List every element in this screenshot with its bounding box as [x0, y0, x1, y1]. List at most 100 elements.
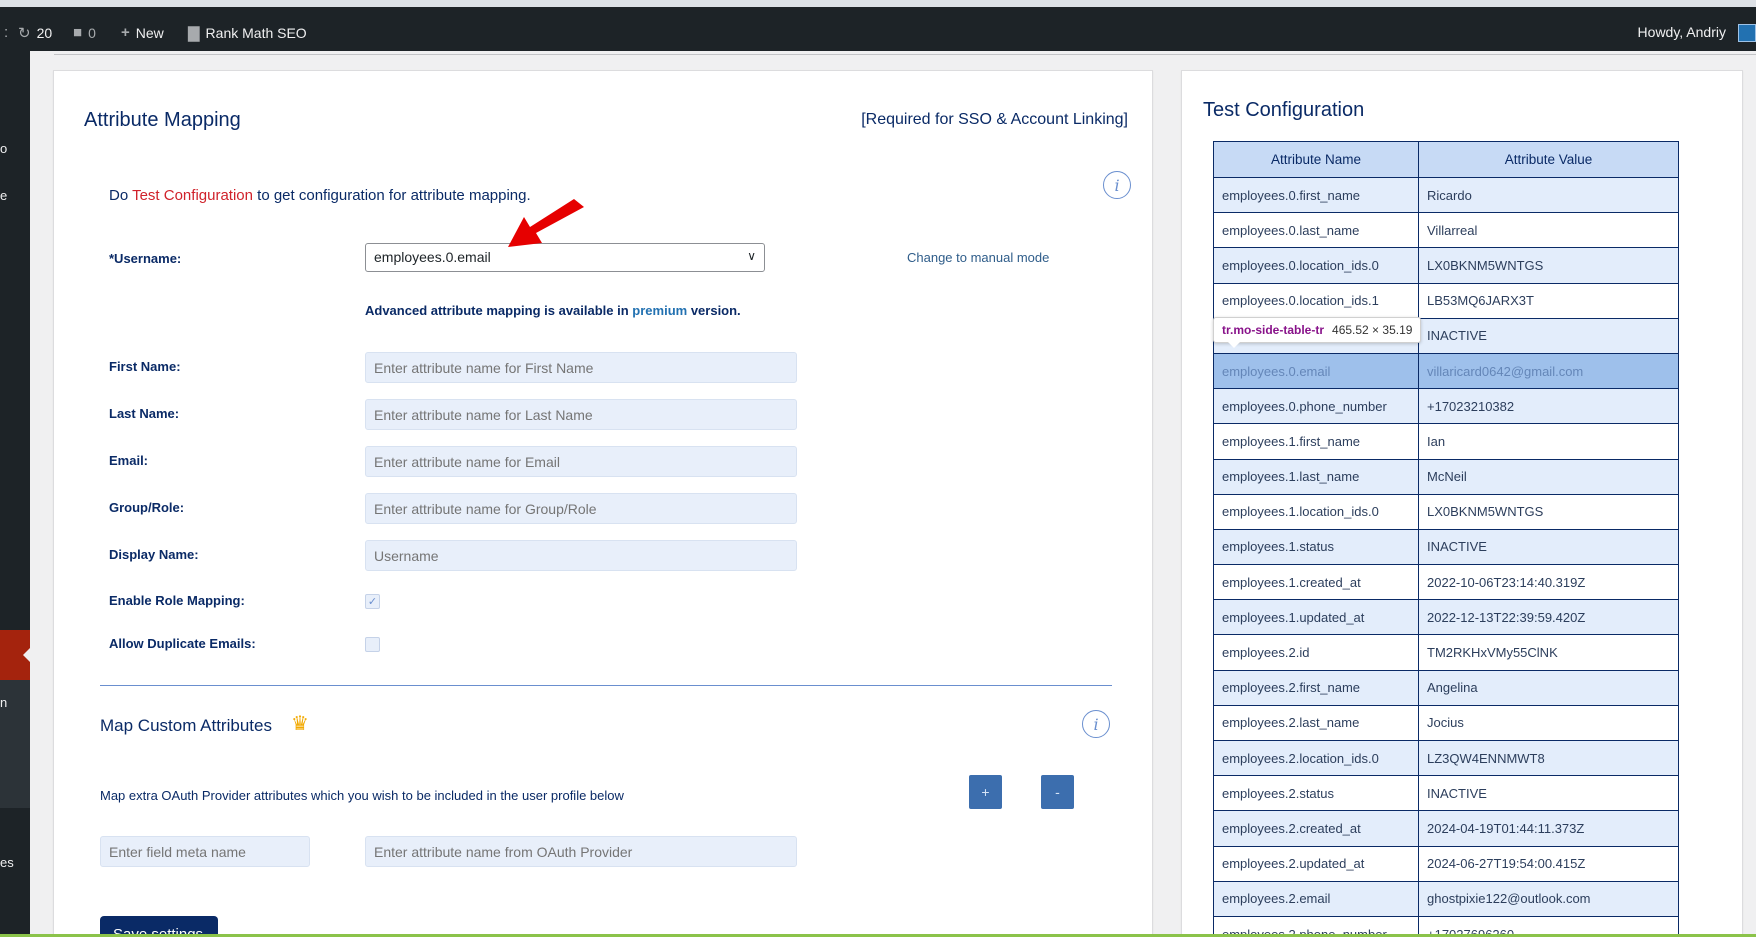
custom-attributes-note: Map extra OAuth Provider attributes whic…: [100, 788, 624, 803]
sidebar-active-item[interactable]: [0, 630, 31, 680]
attribute-name-cell: employees.1.status: [1213, 528, 1419, 566]
email-input[interactable]: [365, 446, 797, 477]
email-label: Email:: [109, 453, 149, 468]
bookmarks-strip: [0, 0, 1756, 7]
comment-icon: ■: [73, 24, 83, 41]
comments-item[interactable]: ■ 0: [73, 24, 96, 41]
display-name-input[interactable]: [365, 540, 797, 571]
last-name-input[interactable]: [365, 399, 797, 430]
attribute-name-cell: employees.0.last_name: [1213, 212, 1419, 249]
attribute-value-cell: LX0BKNM5WNTGS: [1418, 247, 1679, 284]
table-row: employees.0.phone_number +17023210382: [1213, 388, 1679, 425]
test-configuration-link[interactable]: Test Configuration: [132, 187, 253, 204]
attribute-value-cell: ghostpixie122@outlook.com: [1418, 880, 1679, 917]
comments-count: 0: [88, 24, 96, 41]
table-row: employees.2.first_name Angelina: [1213, 669, 1679, 706]
tooltip-selector: tr.mo-side-table-tr: [1222, 323, 1325, 337]
avatar[interactable]: [1738, 24, 1756, 42]
manual-mode-link[interactable]: Change to manual mode: [907, 250, 1049, 265]
table-row: employees.1.last_name McNeil: [1213, 458, 1679, 495]
enable-role-mapping-checkbox[interactable]: ✓: [365, 594, 380, 609]
username-select-value: employees.0.email: [374, 249, 491, 265]
attribute-name-cell: employees.2.email: [1213, 880, 1419, 917]
attribute-mapping-panel: Attribute Mapping [Required for SSO & Ac…: [53, 70, 1153, 937]
chevron-down-icon: ∨: [747, 249, 756, 263]
sidebar-fragment-1[interactable]: o: [0, 141, 7, 156]
attribute-name-cell: employees.1.updated_at: [1213, 599, 1419, 636]
table-row: employees.2.email ghostpixie122@outlook.c…: [1213, 880, 1679, 917]
first-name-label: First Name:: [109, 359, 181, 374]
premium-link[interactable]: premium: [632, 303, 687, 318]
attribute-value-cell: Jocius: [1418, 704, 1679, 742]
attribute-value-cell: 2024-04-19T01:44:11.373Z: [1418, 810, 1679, 847]
howdy-text[interactable]: Howdy, Andriy: [1638, 24, 1726, 40]
attribute-value-cell: Angelina: [1418, 669, 1679, 706]
rank-math-label: Rank Math SEO: [205, 25, 307, 41]
note-suffix: to get configuration for attribute mappi…: [252, 187, 531, 204]
admin-bar-fragment: :: [4, 24, 9, 41]
admin-sidebar: o e n es: [0, 51, 31, 937]
required-note: [Required for SSO & Account Linking]: [861, 111, 1128, 128]
table-row: employees.1.location_ids.0 LX0BKNM5WNTGS: [1213, 493, 1679, 530]
table-row: employees.2.id TM2RKHxVMy55ClNK: [1213, 634, 1679, 671]
checkmark-icon: ✓: [367, 596, 378, 608]
attribute-name-cell: employees.0.location_ids.0: [1213, 247, 1419, 284]
sidebar-fragment-2[interactable]: e: [0, 188, 7, 203]
attribute-mapping-title: Attribute Mapping: [84, 109, 241, 131]
attribute-name-cell: employees.1.last_name: [1213, 458, 1419, 495]
sidebar-fragment-3[interactable]: n: [0, 695, 7, 710]
allow-duplicate-emails-checkbox[interactable]: [365, 637, 380, 652]
attribute-value-cell: LZ3QW4ENNMWT8: [1418, 739, 1679, 777]
advanced-prefix: Advanced attribute mapping is available …: [365, 303, 633, 318]
devtools-tooltip: tr.mo-side-table-tr 465.52 × 35.19: [1213, 317, 1422, 348]
first-name-input[interactable]: [365, 352, 797, 383]
table-row: employees.2.status INACTIVE: [1213, 775, 1679, 812]
display-name-label: Display Name:: [109, 547, 199, 562]
new-content-item[interactable]: + New: [121, 24, 164, 41]
attribute-value-cell: 2024-06-27T19:54:00.415Z: [1418, 845, 1679, 882]
advanced-mapping-note: Advanced attribute mapping is available …: [365, 303, 741, 318]
attribute-value-cell: 2022-12-13T22:39:59.420Z: [1418, 599, 1679, 636]
group-role-label: Group/Role:: [109, 500, 185, 515]
remove-attribute-button[interactable]: -: [1041, 775, 1074, 809]
sidebar-submenu: n: [0, 680, 30, 808]
top-divider: [54, 54, 1756, 55]
attributes-table-body: employees.0.first_name Ricardo employees.0…: [1213, 176, 1679, 937]
attribute-value-cell: villaricard0642@gmail.com: [1418, 352, 1679, 390]
rank-math-item[interactable]: ▇ Rank Math SEO: [188, 24, 307, 42]
group-role-input[interactable]: [365, 493, 797, 524]
attribute-name-cell: employees.2.id: [1213, 634, 1419, 671]
refresh-icon: ↻: [18, 25, 31, 42]
new-label: New: [135, 24, 164, 41]
attribute-value-cell: Villarreal: [1418, 212, 1679, 249]
advanced-suffix: version.: [687, 303, 741, 318]
attribute-name-cell: employees.0.location_ids.1: [1213, 282, 1419, 319]
attribute-name-cell: employees.2.location_ids.0: [1213, 739, 1419, 777]
table-row: employees.0.first_name Ricardo: [1213, 176, 1679, 214]
table-row: employees.0.location_ids.1 LB53MQ6JARX3T: [1213, 282, 1679, 319]
sidebar-fragment-4[interactable]: es: [0, 855, 14, 870]
field-meta-name-input[interactable]: [100, 836, 310, 867]
attribute-name-cell: employees.2.created_at: [1213, 810, 1419, 847]
attribute-name-cell: employees.0.phone_number: [1213, 388, 1419, 425]
info-icon[interactable]: i: [1103, 171, 1131, 199]
tooltip-dims: 465.52 × 35.19: [1332, 323, 1413, 337]
attribute-value-cell: Ian: [1418, 423, 1679, 460]
add-attribute-button[interactable]: +: [969, 775, 1002, 809]
info-icon[interactable]: i: [1082, 710, 1110, 738]
table-row: employees.0.location_ids.0 LX0BKNM5WNTGS: [1213, 247, 1679, 284]
table-row: employees.0.email villaricard0642@gmail.c…: [1213, 352, 1679, 390]
attribute-name-cell: employees.2.first_name: [1213, 669, 1419, 706]
attribute-value-cell: INACTIVE: [1418, 775, 1679, 812]
attribute-name-cell: employees.1.first_name: [1213, 423, 1419, 460]
updates-item[interactable]: ↻ 20: [18, 24, 52, 42]
map-custom-attributes-title: Map Custom Attributes: [100, 716, 272, 735]
table-row: employees.2.created_at 2024-04-19T01:44:1…: [1213, 810, 1679, 847]
oauth-attribute-input[interactable]: [365, 836, 797, 867]
table-row: employees.1.status INACTIVE: [1213, 528, 1679, 566]
attribute-name-cell: employees.0.first_name: [1213, 176, 1419, 214]
attribute-name-cell: employees.2.status: [1213, 775, 1419, 812]
attribute-name-cell: employees.0.email: [1213, 352, 1419, 390]
attribute-value-header: Attribute Value: [1418, 141, 1679, 178]
username-label: *Username:: [109, 251, 182, 266]
